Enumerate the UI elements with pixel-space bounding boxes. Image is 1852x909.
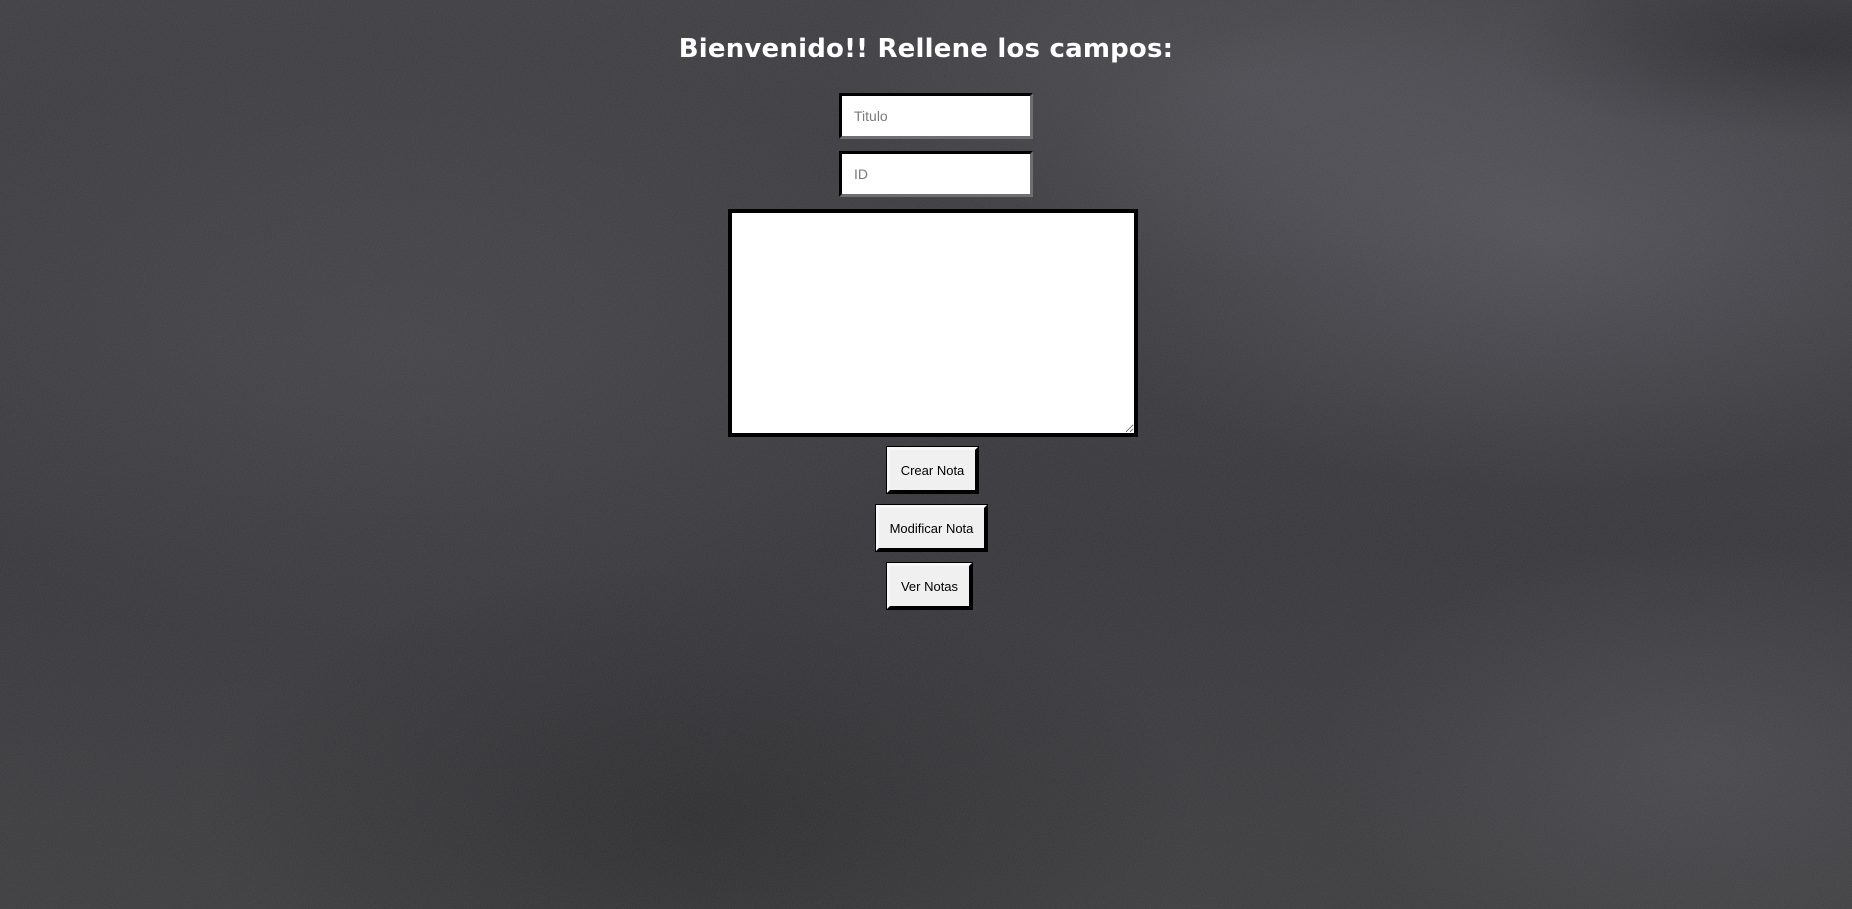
- ver-notas-button[interactable]: Ver Notas: [886, 562, 973, 610]
- note-form: Bienvenido!! Rellene los campos: Crear N…: [0, 0, 1852, 909]
- titulo-input[interactable]: [839, 93, 1033, 139]
- note-content-textarea[interactable]: [728, 209, 1138, 437]
- modificar-nota-button[interactable]: Modificar Nota: [875, 504, 988, 552]
- id-input[interactable]: [839, 151, 1033, 197]
- crear-nota-button[interactable]: Crear Nota: [886, 446, 979, 494]
- page-title: Bienvenido!! Rellene los campos:: [678, 34, 1174, 64]
